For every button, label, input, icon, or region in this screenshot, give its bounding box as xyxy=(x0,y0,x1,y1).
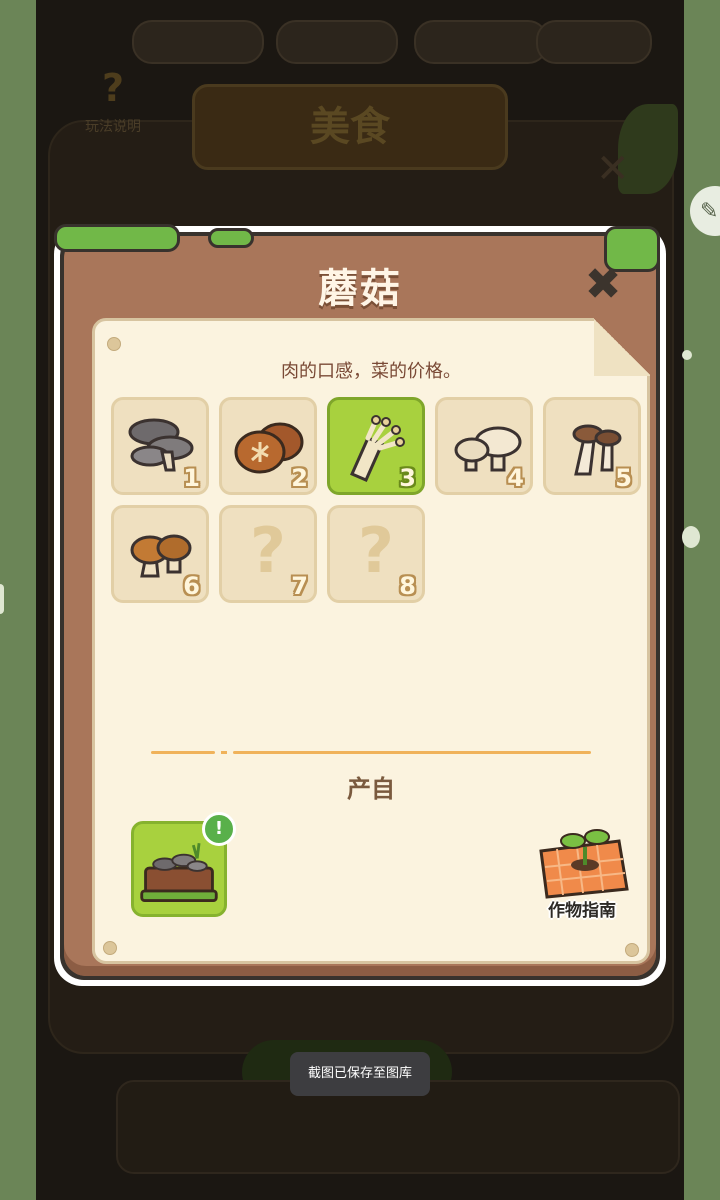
crop-guide-label: 作物指南 xyxy=(548,901,616,921)
item-number: 7 xyxy=(291,572,308,600)
mushroom-item-5[interactable]: 5 xyxy=(543,397,641,495)
item-number: 1 xyxy=(183,464,200,492)
source-building-button[interactable]: ! xyxy=(131,812,236,917)
mushroom-item-3[interactable]: 3 xyxy=(327,397,425,495)
close-icon[interactable]: ✖ xyxy=(585,259,622,310)
item-number: 3 xyxy=(399,464,416,492)
dialog-title: 蘑菇 xyxy=(318,266,402,312)
side-dot xyxy=(0,584,4,614)
hud-resource-2 xyxy=(276,20,398,64)
paper-pin xyxy=(103,941,117,955)
mushroom-grid: 1 2 3 4 5 6 ? 7 ? 8 xyxy=(111,397,641,603)
dialog-wood-frame: 蘑菇 ✖ 肉的口感，菜的价格。 1 2 3 4 5 6 ? 7 ? 8 产自 !… xyxy=(54,224,660,976)
help-icon: ? xyxy=(101,66,125,110)
hud-resource-4 xyxy=(536,20,652,64)
help-button: ? 玩法说明 xyxy=(74,60,152,142)
source-label: 产自 xyxy=(347,775,395,803)
mushroom-item-8-locked[interactable]: ? 8 xyxy=(327,505,425,603)
grass-decoration xyxy=(54,224,180,252)
section-divider xyxy=(151,751,591,755)
close-button[interactable]: ✖ xyxy=(580,262,626,308)
item-number: 5 xyxy=(615,464,632,492)
paper-pin xyxy=(625,943,639,957)
mushroom-item-1[interactable]: 1 xyxy=(111,397,209,495)
item-number: 8 xyxy=(399,572,416,600)
hud-resource-1 xyxy=(132,20,264,64)
side-dot xyxy=(682,350,692,360)
mushroom-item-4[interactable]: 4 xyxy=(435,397,533,495)
notification-badge: ! xyxy=(202,812,236,846)
background-title: 美食 xyxy=(192,84,508,170)
grass-decoration xyxy=(208,228,254,248)
item-number: 4 xyxy=(507,464,524,492)
hud-resource-3 xyxy=(414,20,548,64)
item-description: 肉的口感，菜的价格。 xyxy=(281,361,461,382)
item-number: 6 xyxy=(183,572,200,600)
mushroom-item-7-locked[interactable]: ? 7 xyxy=(219,505,317,603)
screenshot-saved-toast: 截图已保存至图库 xyxy=(290,1052,430,1096)
encyclopedia-page: 肉的口感，菜的价格。 1 2 3 4 5 6 ? 7 ? 8 产自 ! 作物指南 xyxy=(92,318,650,964)
mushroom-item-6[interactable]: 6 xyxy=(111,505,209,603)
mushroom-dialog: 蘑菇 ✖ 肉的口感，菜的价格。 1 2 3 4 5 6 ? 7 ? 8 产自 !… xyxy=(54,224,666,986)
edit-pencil-icon[interactable]: ✎ xyxy=(690,186,720,236)
item-number: 2 xyxy=(291,464,308,492)
crop-guide-icon xyxy=(539,829,629,899)
paper-pin xyxy=(107,337,121,351)
help-label: 玩法说明 xyxy=(85,119,141,135)
mushroom-item-2[interactable]: 2 xyxy=(219,397,317,495)
crop-guide-button[interactable]: 作物指南 xyxy=(527,821,637,921)
side-dot xyxy=(682,526,700,548)
background-close-icon: ✕ xyxy=(596,146,630,192)
